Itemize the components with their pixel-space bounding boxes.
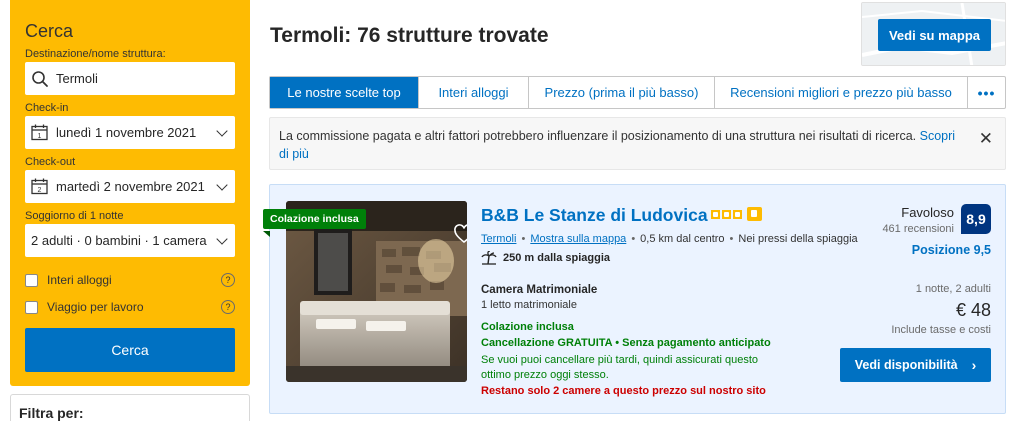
business-travel-checkbox[interactable] (25, 300, 38, 314)
review-score-badge[interactable]: 8,9 (961, 204, 991, 234)
tab-price-lowest[interactable]: Prezzo (prima il più basso) (529, 77, 715, 108)
calendar-icon: 1 (31, 124, 48, 141)
separator: • (729, 233, 734, 245)
heart-icon[interactable] (453, 223, 467, 245)
sort-tabs: Le nostre scelte top Interi alloggi Prez… (269, 76, 1006, 109)
breakfast-included: Colazione inclusa (481, 321, 574, 333)
star-icon (711, 209, 720, 219)
destination-input[interactable] (56, 71, 226, 86)
calendar-icon: 2 (31, 178, 48, 195)
cancellation-note: Se vuoi puoi cancellare più tardi, quind… (481, 354, 758, 381)
filter-title: Filtra per: (19, 405, 84, 421)
location-score: Posizione 9,5 (911, 243, 991, 257)
destination-field[interactable] (25, 62, 235, 95)
page-title: Termoli: 76 strutture trovate (270, 24, 549, 47)
see-availability-label: Vedi disponibilità (854, 358, 958, 372)
search-title: Cerca (25, 21, 74, 41)
price: € 48 (955, 300, 991, 320)
show-on-map-button[interactable]: Vedi su mappa (878, 19, 991, 51)
property-name[interactable]: B&B Le Stanze di Ludovica (481, 205, 708, 226)
ranking-notice: La commissione pagata e altri fattori po… (269, 117, 1006, 170)
thumbs-up-icon (747, 207, 762, 221)
tab-entire-homes[interactable]: Interi alloggi (419, 77, 529, 108)
checkin-label: Check-in (25, 102, 69, 114)
badge-fold (263, 231, 270, 237)
business-travel-option[interactable]: Viaggio per lavoro ? (25, 298, 235, 316)
checkout-field[interactable]: 2 martedì 2 novembre 2021 (25, 170, 235, 203)
bed-type: 1 letto matrimoniale (481, 299, 577, 311)
tab-top-picks[interactable]: Le nostre scelte top (270, 77, 419, 108)
guests-selector[interactable]: 2 adulti · 0 bambini · 1 camera (25, 224, 235, 257)
chevron-down-icon (216, 233, 228, 245)
star-icon (722, 209, 731, 219)
palm-tree-icon (481, 251, 497, 265)
location-row: Termoli • Mostra sulla mappa • 0,5 km da… (481, 233, 858, 245)
review-count[interactable]: 461 recensioni (882, 223, 954, 235)
guests-value: 2 adulti · 0 bambini · 1 camera (31, 233, 207, 248)
taxes-note: Include tasse e costi (891, 324, 991, 336)
help-icon[interactable]: ? (221, 300, 235, 314)
beach-distance: 250 m dalla spiaggia (481, 251, 610, 265)
review-score-word[interactable]: Favoloso (901, 205, 954, 220)
stay-summary: 1 notte, 2 adulti (915, 283, 991, 295)
chevron-down-icon (216, 125, 228, 137)
destination-label: Destinazione/nome struttura: (25, 48, 166, 60)
svg-text:2: 2 (38, 187, 42, 194)
property-card: Colazione inclusa B&B Le Stanze di Ludov… (263, 184, 1006, 414)
map-preview[interactable]: Vedi su mappa (861, 2, 1006, 66)
help-icon[interactable]: ? (221, 273, 235, 287)
checkin-value: lunedì 1 novembre 2021 (56, 125, 197, 140)
notice-text: La commissione pagata e altri fattori po… (279, 129, 917, 143)
breakfast-badge: Colazione inclusa (263, 209, 366, 229)
search-button[interactable]: Cerca (25, 328, 235, 372)
see-availability-button[interactable]: Vedi disponibilità › (840, 348, 991, 382)
free-cancellation: Cancellazione GRATUITA • Senza pagamento… (481, 337, 771, 349)
checkout-label: Check-out (25, 156, 76, 168)
tab-more[interactable]: ••• (968, 77, 1005, 108)
scarcity-message: Restano solo 2 camere a questo prezzo su… (481, 385, 766, 397)
near-beach-text: Nei pressi della spiaggia (738, 233, 858, 245)
entire-homes-checkbox[interactable] (25, 273, 38, 287)
chevron-down-icon (216, 179, 228, 191)
distance-text: 0,5 km dal centro (640, 233, 725, 245)
business-travel-label: Viaggio per lavoro (47, 300, 144, 314)
separator: • (631, 233, 636, 245)
city-link[interactable]: Termoli (481, 233, 516, 245)
star-icon (733, 209, 742, 219)
svg-text:1: 1 (38, 133, 42, 140)
close-icon[interactable]: ✕ (979, 130, 993, 147)
filter-panel: Filtra per: (10, 394, 250, 421)
tab-best-reviewed-lowest-price[interactable]: Recensioni migliori e prezzo più basso (715, 77, 968, 108)
stay-length-label: Soggiorno di 1 notte (25, 210, 124, 222)
chevron-right-icon: › (971, 357, 977, 373)
beach-distance-text: 250 m dalla spiaggia (503, 252, 610, 264)
checkout-value: martedì 2 novembre 2021 (56, 179, 205, 194)
entire-homes-label: Interi alloggi (47, 273, 112, 287)
search-icon (32, 70, 48, 87)
entire-homes-option[interactable]: Interi alloggi ? (25, 271, 235, 289)
room-name: Camera Matrimoniale (481, 284, 598, 296)
checkin-field[interactable]: 1 lunedì 1 novembre 2021 (25, 116, 235, 149)
star-rating (711, 207, 762, 221)
search-panel: Cerca Destinazione/nome struttura: Check… (10, 0, 250, 386)
show-map-link[interactable]: Mostra sulla mappa (530, 233, 626, 245)
separator: • (521, 233, 526, 245)
